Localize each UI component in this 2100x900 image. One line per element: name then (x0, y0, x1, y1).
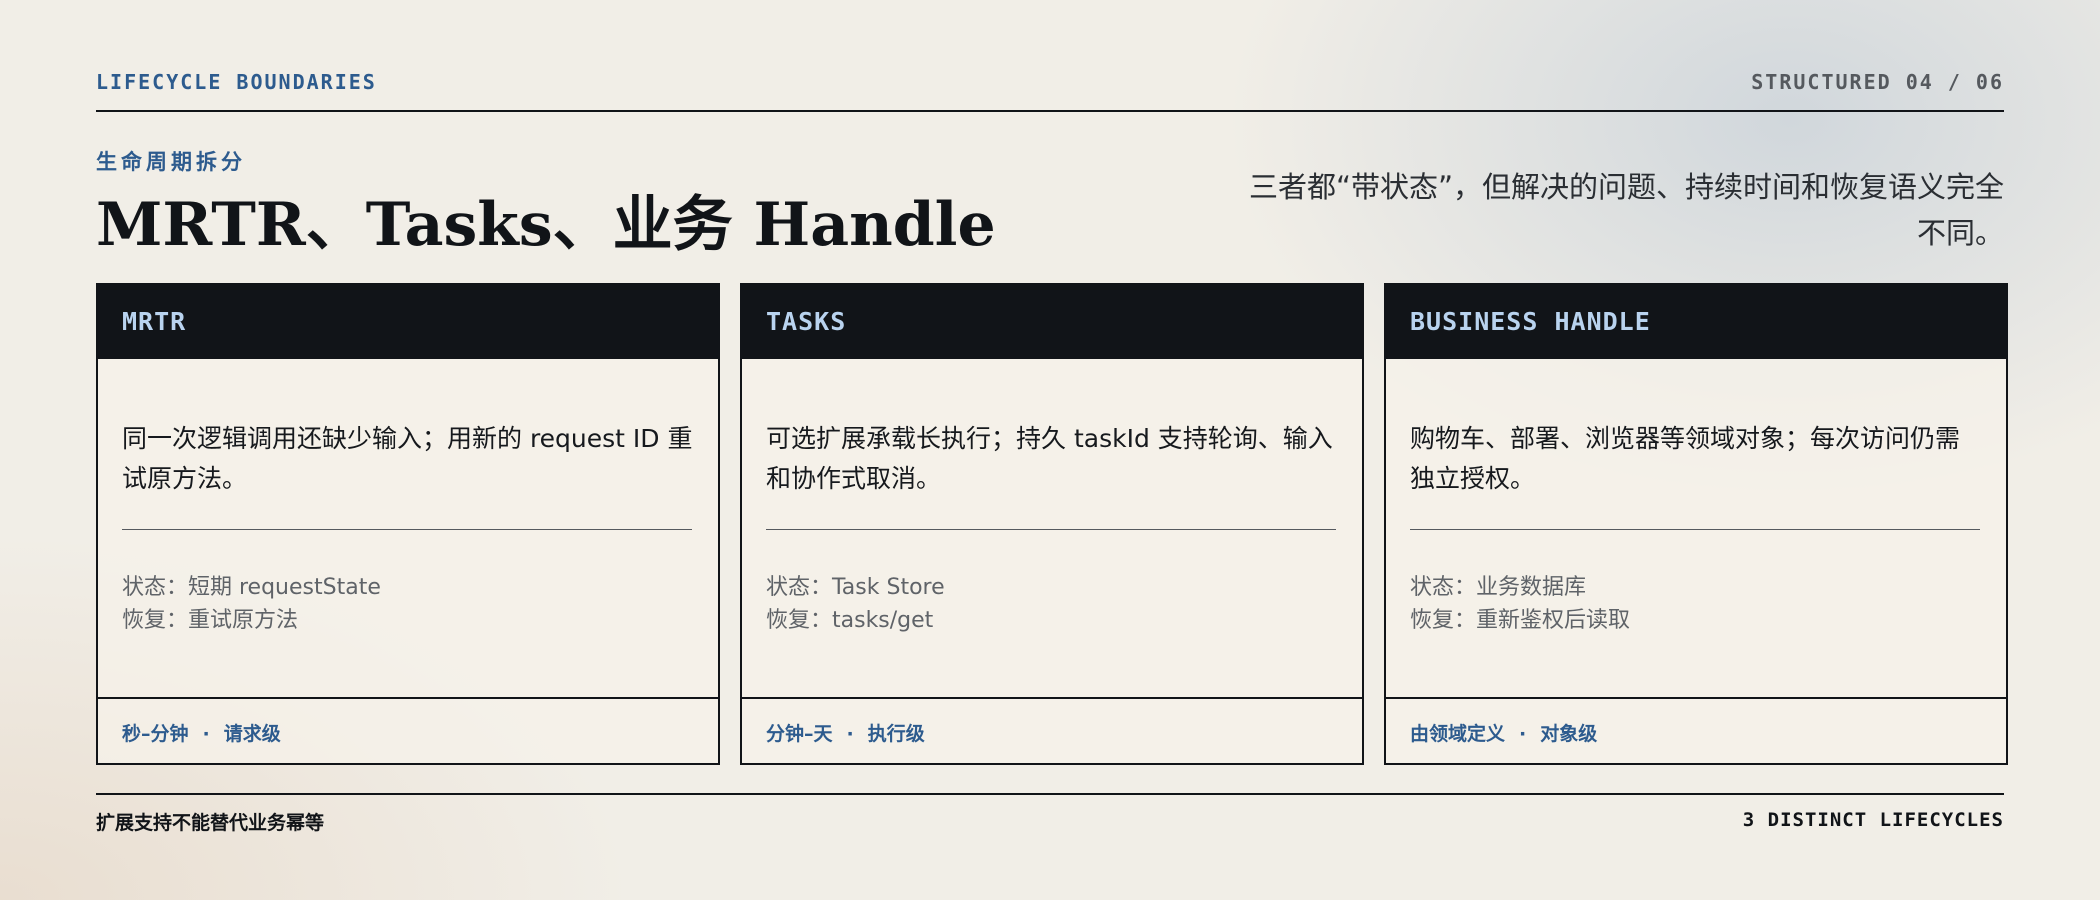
card-description: 可选扩展承载长执行；持久 taskId 支持轮询、输入和协作式取消。 (766, 424, 1333, 493)
card-duration: 由领域定义 (1410, 723, 1506, 745)
page-indicator: STRUCTURED 04 / 06 (1751, 70, 2004, 94)
footer-count: 3 DISTINCT LIFECYCLES (1742, 809, 2004, 831)
card-description: 购物车、部署、浏览器等领域对象；每次访问仍需独立授权。 (1410, 424, 1961, 493)
tag-separator: · (846, 723, 854, 745)
card-description: 同一次逻辑调用还缺少输入；用新的 request ID 重试原方法。 (122, 424, 693, 493)
card-tags: 秒–分钟 · 请求级 (122, 719, 281, 746)
card-divider (1410, 529, 1980, 530)
card-state: 状态：业务数据库 (1410, 575, 1587, 600)
card-state: 状态：短期 requestState (122, 575, 381, 600)
card-label: BUSINESS HANDLE (1410, 307, 1651, 336)
card-scope: 对象级 (1540, 723, 1598, 745)
top-divider (96, 110, 2004, 112)
card-header: MRTR (98, 285, 718, 359)
card-divider (766, 529, 1336, 530)
section-kicker: LIFECYCLE BOUNDARIES (96, 70, 377, 94)
footer-note: 扩展支持不能替代业务幂等 (96, 812, 325, 834)
card-scope: 请求级 (223, 723, 281, 745)
card-duration: 秒–分钟 (122, 723, 189, 745)
card-recovery: 恢复：tasks/get (766, 608, 934, 633)
card-mrtr: MRTR 同一次逻辑调用还缺少输入；用新的 request ID 重试原方法。 … (96, 283, 720, 765)
card-state: 状态：Task Store (766, 575, 945, 600)
card-footer: 秒–分钟 · 请求级 (98, 697, 718, 763)
card-label: TASKS (766, 307, 847, 336)
card-recovery: 恢复：重试原方法 (122, 608, 299, 633)
card-meta: 状态：业务数据库 恢复：重新鉴权后读取 (1410, 571, 1984, 637)
card-tags: 由领域定义 · 对象级 (1410, 719, 1597, 746)
card-footer: 分钟–天 · 执行级 (742, 697, 1362, 763)
page-title: MRTR、Tasks、业务 Handle (96, 190, 996, 260)
slide: LIFECYCLE BOUNDARIES STRUCTURED 04 / 06 … (96, 0, 2008, 900)
lifecycle-cards: MRTR 同一次逻辑调用还缺少输入；用新的 request ID 重试原方法。 … (96, 283, 2008, 765)
card-tags: 分钟–天 · 执行级 (766, 719, 925, 746)
card-tasks: TASKS 可选扩展承载长执行；持久 taskId 支持轮询、输入和协作式取消。… (740, 283, 1364, 765)
card-header: TASKS (742, 285, 1362, 359)
card-duration: 分钟–天 (766, 723, 833, 745)
card-business-handle: BUSINESS HANDLE 购物车、部署、浏览器等领域对象；每次访问仍需独立… (1384, 283, 2008, 765)
lede-text: 三者都“带状态”，但解决的问题、持续时间和恢复语义完全不同。 (1248, 170, 2004, 250)
card-label: MRTR (122, 307, 187, 336)
card-meta: 状态：Task Store 恢复：tasks/get (766, 571, 1340, 637)
card-footer: 由领域定义 · 对象级 (1386, 697, 2006, 763)
card-scope: 执行级 (867, 723, 925, 745)
card-header: BUSINESS HANDLE (1386, 285, 2006, 359)
subtitle: 生命周期拆分 (96, 150, 246, 174)
tag-separator: · (1519, 723, 1527, 745)
card-meta: 状态：短期 requestState 恢复：重试原方法 (122, 571, 696, 637)
card-recovery: 恢复：重新鉴权后读取 (1410, 608, 1631, 633)
card-divider (122, 529, 692, 530)
bottom-divider (96, 793, 2004, 795)
tag-separator: · (202, 723, 210, 745)
